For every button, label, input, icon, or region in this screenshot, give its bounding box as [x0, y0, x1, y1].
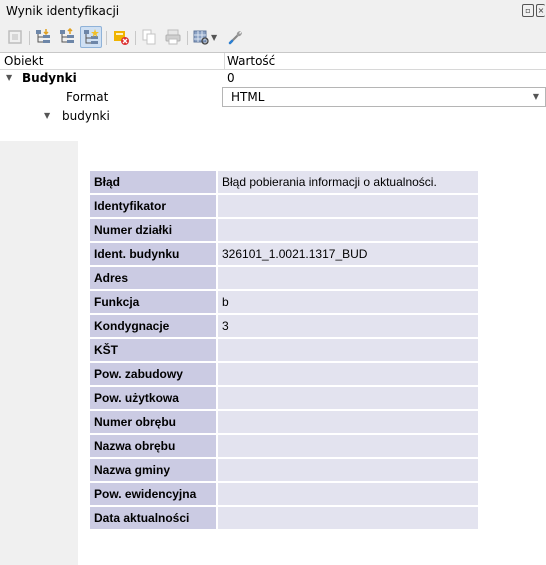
format-value: HTML [231, 90, 265, 104]
attribute-row: Nazwa gminy [90, 459, 478, 481]
attribute-key: Pow. zabudowy [90, 363, 216, 385]
attribute-row: KŠT [90, 339, 478, 361]
attribute-value [218, 195, 478, 217]
attribute-value [218, 363, 478, 385]
attribute-key: Adres [90, 267, 216, 289]
attribute-value: b [218, 291, 478, 313]
attribute-value [218, 483, 478, 505]
panel-titlebar: Wynik identyfikacji ▫ × [0, 0, 546, 22]
attribute-table: Błąd Błąd pobierania informacji o aktualn… [88, 169, 480, 531]
tree-row-format: Format HTML ▼ [0, 87, 546, 107]
identify-toolbar: ▼ [0, 24, 546, 52]
attribute-row: Błąd Błąd pobierania informacji o aktualn… [90, 171, 478, 193]
collapse-tree-icon[interactable] [56, 26, 78, 48]
attribute-key: Pow. użytkowa [90, 387, 216, 409]
attribute-row: Pow. zabudowy [90, 363, 478, 385]
attribute-key: Ident. budynku [90, 243, 216, 265]
expand-arrow-icon[interactable]: ▼ [44, 111, 50, 120]
feature-name: budynki [62, 109, 110, 123]
attribute-key: Nazwa gminy [90, 459, 216, 481]
attribute-value [218, 459, 478, 481]
float-panel-icon[interactable]: ▫ [522, 4, 534, 17]
header-value[interactable]: Wartość [227, 54, 275, 68]
attribute-key: Kondygnacje [90, 315, 216, 337]
attribute-row: Data aktualności [90, 507, 478, 529]
chevron-down-icon[interactable]: ▼ [533, 92, 539, 101]
expand-arrow-icon[interactable]: ▼ [6, 73, 12, 82]
attribute-key: Numer działki [90, 219, 216, 241]
attribute-key: KŠT [90, 339, 216, 361]
attribute-value: 3 [218, 315, 478, 337]
attribute-key: Identyfikator [90, 195, 216, 217]
tree-row-layer[interactable]: ▼ Budynki 0 [0, 70, 546, 87]
attribute-row: Kondygnacje 3 [90, 315, 478, 337]
attribute-value [218, 387, 478, 409]
expand-new-icon[interactable] [80, 26, 102, 48]
attribute-value [218, 267, 478, 289]
attribute-value [218, 219, 478, 241]
format-label: Format [66, 90, 109, 104]
attribute-key: Błąd [90, 171, 216, 193]
attribute-key: Funkcja [90, 291, 216, 313]
attribute-key: Data aktualności [90, 507, 216, 529]
attribute-row: Nazwa obrębu [90, 435, 478, 457]
tree-header: Obiekt Wartość [0, 53, 546, 70]
attribute-row: Pow. ewidencyjna [90, 483, 478, 505]
attribute-row: Pow. użytkowa [90, 387, 478, 409]
clear-results-icon[interactable] [110, 26, 132, 48]
attribute-value [218, 435, 478, 457]
tree-indent-gutter [0, 141, 78, 565]
close-panel-icon[interactable]: × [536, 4, 545, 17]
copy-icon[interactable] [138, 26, 160, 48]
attribute-row: Ident. budynku 326101_1.0021.1317_BUD [90, 243, 478, 265]
identify-mode-icon[interactable]: ▼ [190, 26, 220, 48]
attribute-value [218, 339, 478, 361]
attribute-row: Numer obrębu [90, 411, 478, 433]
panel-title: Wynik identyfikacji [6, 4, 120, 18]
identify-icon[interactable] [4, 26, 26, 48]
tree-row-feature[interactable]: ▼ budynki [0, 108, 546, 125]
attribute-row: Adres [90, 267, 478, 289]
attribute-value [218, 411, 478, 433]
attribute-row: Funkcja b [90, 291, 478, 313]
settings-icon[interactable] [224, 26, 246, 48]
attribute-key: Nazwa obrębu [90, 435, 216, 457]
attribute-value [218, 507, 478, 529]
attribute-value: 326101_1.0021.1317_BUD [218, 243, 478, 265]
chevron-down-icon[interactable]: ▼ [211, 33, 217, 42]
results-tree[interactable]: Obiekt Wartość ▼ Budynki 0 Format HTML ▼… [0, 52, 546, 565]
attribute-row: Identyfikator [90, 195, 478, 217]
header-feature[interactable]: Obiekt [4, 54, 43, 68]
print-icon[interactable] [162, 26, 184, 48]
layer-name: Budynki [22, 71, 77, 85]
attribute-key: Numer obrębu [90, 411, 216, 433]
attribute-row: Numer działki [90, 219, 478, 241]
expand-tree-icon[interactable] [32, 26, 54, 48]
attribute-key: Pow. ewidencyjna [90, 483, 216, 505]
format-select[interactable]: HTML ▼ [222, 87, 546, 107]
layer-count: 0 [227, 71, 235, 85]
attribute-value: Błąd pobierania informacji o aktualności… [218, 171, 478, 193]
